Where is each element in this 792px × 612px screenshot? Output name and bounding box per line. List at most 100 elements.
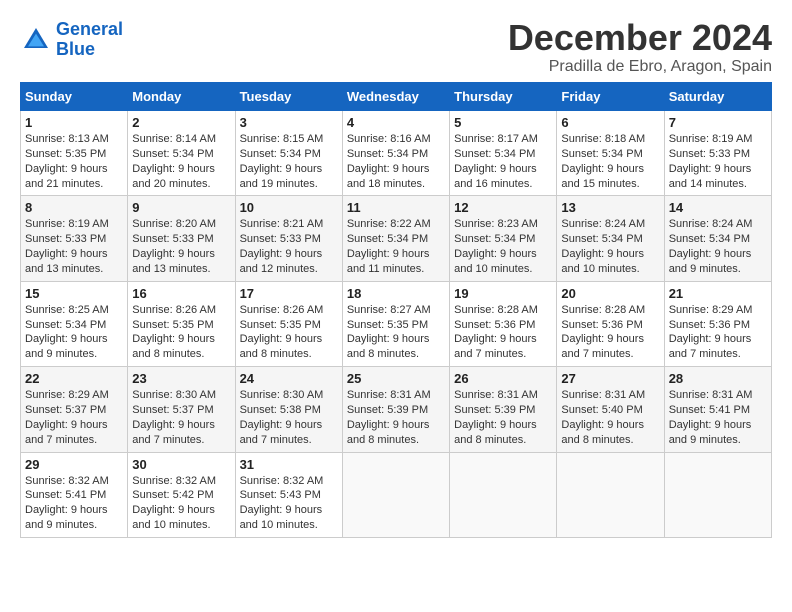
cell-info: Sunrise: 8:31 AMSunset: 5:39 PMDaylight:…: [347, 388, 445, 447]
logo: General Blue: [20, 20, 123, 60]
day-number: 26: [454, 371, 552, 386]
day-number: 18: [347, 286, 445, 301]
cell-info: Sunrise: 8:17 AMSunset: 5:34 PMDaylight:…: [454, 132, 552, 191]
day-number: 12: [454, 200, 552, 215]
day-number: 20: [561, 286, 659, 301]
logo-line1: General: [56, 19, 123, 39]
logo-line2: Blue: [56, 39, 95, 59]
empty-cell: [664, 452, 771, 537]
day-cell-24: 24Sunrise: 8:30 AMSunset: 5:38 PMDayligh…: [235, 367, 342, 452]
cell-info: Sunrise: 8:28 AMSunset: 5:36 PMDaylight:…: [561, 303, 659, 362]
day-cell-23: 23 Sunrise: 8:30 AMSunset: 5:37 PMDayligh…: [128, 367, 235, 452]
day-cell-30: 30Sunrise: 8:32 AMSunset: 5:42 PMDayligh…: [128, 452, 235, 537]
cell-info: Sunrise: 8:14 AMSunset: 5:34 PMDaylight:…: [132, 132, 230, 191]
cell-info: Sunrise: 8:19 AMSunset: 5:33 PMDaylight:…: [669, 132, 767, 191]
day-number: 8: [25, 200, 123, 215]
empty-cell: [450, 452, 557, 537]
day-cell-19: 19Sunrise: 8:28 AMSunset: 5:36 PMDayligh…: [450, 281, 557, 366]
day-number: 9: [132, 200, 230, 215]
col-header-tuesday: Tuesday: [235, 83, 342, 111]
day-cell-17: 17Sunrise: 8:26 AMSunset: 5:35 PMDayligh…: [235, 281, 342, 366]
cell-info: Sunrise: 8:31 AMSunset: 5:40 PMDaylight:…: [561, 388, 659, 447]
day-number: 6: [561, 115, 659, 130]
col-header-monday: Monday: [128, 83, 235, 111]
day-number: 15: [25, 286, 123, 301]
day-cell-1: 1Sunrise: 8:13 AMSunset: 5:35 PMDaylight…: [21, 111, 128, 196]
cell-info: Sunrise: 8:21 AMSunset: 5:33 PMDaylight:…: [240, 217, 338, 276]
cell-info: Sunrise: 8:18 AMSunset: 5:34 PMDaylight:…: [561, 132, 659, 191]
day-number: 28: [669, 371, 767, 386]
cell-info: Sunrise: 8:28 AMSunset: 5:36 PMDaylight:…: [454, 303, 552, 362]
cell-info: Sunrise: 8:24 AMSunset: 5:34 PMDaylight:…: [669, 217, 767, 276]
day-cell-20: 20 Sunrise: 8:28 AMSunset: 5:36 PMDayligh…: [557, 281, 664, 366]
cell-info: Sunrise: 8:26 AMSunset: 5:35 PMDaylight:…: [132, 303, 230, 362]
day-cell-15: 15 Sunrise: 8:25 AMSunset: 5:34 PMDayligh…: [21, 281, 128, 366]
day-cell-10: 10 Sunrise: 8:21 AMSunset: 5:33 PMDayligh…: [235, 196, 342, 281]
day-cell-16: 16 Sunrise: 8:26 AMSunset: 5:35 PMDayligh…: [128, 281, 235, 366]
day-number: 10: [240, 200, 338, 215]
day-cell-11: 11 Sunrise: 8:22 AMSunset: 5:34 PMDayligh…: [342, 196, 449, 281]
cell-info: Sunrise: 8:20 AMSunset: 5:33 PMDaylight:…: [132, 217, 230, 276]
day-cell-3: 3 Sunrise: 8:15 AMSunset: 5:34 PMDaylight…: [235, 111, 342, 196]
title-area: December 2024 Pradilla de Ebro, Aragon, …: [508, 20, 772, 76]
day-cell-13: 13 Sunrise: 8:24 AMSunset: 5:34 PMDayligh…: [557, 196, 664, 281]
day-number: 21: [669, 286, 767, 301]
cell-info: Sunrise: 8:23 AMSunset: 5:34 PMDaylight:…: [454, 217, 552, 276]
cell-info: Sunrise: 8:25 AMSunset: 5:34 PMDaylight:…: [25, 303, 123, 362]
day-number: 17: [240, 286, 338, 301]
cell-info: Sunrise: 8:32 AMSunset: 5:41 PMDaylight:…: [25, 474, 123, 533]
day-number: 22: [25, 371, 123, 386]
cell-info: Sunrise: 8:32 AMSunset: 5:43 PMDaylight:…: [240, 474, 338, 533]
cell-info: Sunrise: 8:29 AMSunset: 5:36 PMDaylight:…: [669, 303, 767, 362]
day-cell-2: 2 Sunrise: 8:14 AMSunset: 5:34 PMDaylight…: [128, 111, 235, 196]
day-number: 30: [132, 457, 230, 472]
cell-info: Sunrise: 8:15 AMSunset: 5:34 PMDaylight:…: [240, 132, 338, 191]
col-header-friday: Friday: [557, 83, 664, 111]
day-cell-26: 26 Sunrise: 8:31 AMSunset: 5:39 PMDayligh…: [450, 367, 557, 452]
day-cell-8: 8 Sunrise: 8:19 AMSunset: 5:33 PMDaylight…: [21, 196, 128, 281]
col-header-thursday: Thursday: [450, 83, 557, 111]
day-cell-29: 29 Sunrise: 8:32 AMSunset: 5:41 PMDayligh…: [21, 452, 128, 537]
day-number: 14: [669, 200, 767, 215]
cell-info: Sunrise: 8:31 AMSunset: 5:41 PMDaylight:…: [669, 388, 767, 447]
day-number: 7: [669, 115, 767, 130]
day-cell-7: 7 Sunrise: 8:19 AMSunset: 5:33 PMDaylight…: [664, 111, 771, 196]
cell-info: Sunrise: 8:24 AMSunset: 5:34 PMDaylight:…: [561, 217, 659, 276]
calendar-week-5: 29 Sunrise: 8:32 AMSunset: 5:41 PMDayligh…: [21, 452, 772, 537]
cell-info: Sunrise: 8:13 AMSunset: 5:35 PMDaylight:…: [25, 132, 123, 191]
day-cell-25: 25 Sunrise: 8:31 AMSunset: 5:39 PMDayligh…: [342, 367, 449, 452]
month-title: December 2024: [508, 20, 772, 56]
day-cell-18: 18 Sunrise: 8:27 AMSunset: 5:35 PMDayligh…: [342, 281, 449, 366]
day-number: 16: [132, 286, 230, 301]
day-number: 24: [240, 371, 338, 386]
cell-info: Sunrise: 8:27 AMSunset: 5:35 PMDaylight:…: [347, 303, 445, 362]
calendar-week-3: 15 Sunrise: 8:25 AMSunset: 5:34 PMDayligh…: [21, 281, 772, 366]
day-number: 13: [561, 200, 659, 215]
day-number: 2: [132, 115, 230, 130]
day-number: 29: [25, 457, 123, 472]
cell-info: Sunrise: 8:22 AMSunset: 5:34 PMDaylight:…: [347, 217, 445, 276]
day-number: 3: [240, 115, 338, 130]
day-number: 4: [347, 115, 445, 130]
calendar-week-1: 1Sunrise: 8:13 AMSunset: 5:35 PMDaylight…: [21, 111, 772, 196]
day-cell-31: 31Sunrise: 8:32 AMSunset: 5:43 PMDayligh…: [235, 452, 342, 537]
day-number: 11: [347, 200, 445, 215]
cell-info: Sunrise: 8:31 AMSunset: 5:39 PMDaylight:…: [454, 388, 552, 447]
day-number: 25: [347, 371, 445, 386]
day-cell-6: 6 Sunrise: 8:18 AMSunset: 5:34 PMDaylight…: [557, 111, 664, 196]
empty-cell: [557, 452, 664, 537]
cell-info: Sunrise: 8:16 AMSunset: 5:34 PMDaylight:…: [347, 132, 445, 191]
day-cell-28: 28 Sunrise: 8:31 AMSunset: 5:41 PMDayligh…: [664, 367, 771, 452]
day-cell-22: 22 Sunrise: 8:29 AMSunset: 5:37 PMDayligh…: [21, 367, 128, 452]
cell-info: Sunrise: 8:19 AMSunset: 5:33 PMDaylight:…: [25, 217, 123, 276]
col-header-saturday: Saturday: [664, 83, 771, 111]
empty-cell: [342, 452, 449, 537]
cell-info: Sunrise: 8:30 AMSunset: 5:37 PMDaylight:…: [132, 388, 230, 447]
day-cell-12: 12 Sunrise: 8:23 AMSunset: 5:34 PMDayligh…: [450, 196, 557, 281]
logo-text: General Blue: [56, 20, 123, 60]
logo-icon: [20, 24, 52, 56]
day-cell-27: 27Sunrise: 8:31 AMSunset: 5:40 PMDayligh…: [557, 367, 664, 452]
day-number: 23: [132, 371, 230, 386]
cell-info: Sunrise: 8:29 AMSunset: 5:37 PMDaylight:…: [25, 388, 123, 447]
col-header-wednesday: Wednesday: [342, 83, 449, 111]
